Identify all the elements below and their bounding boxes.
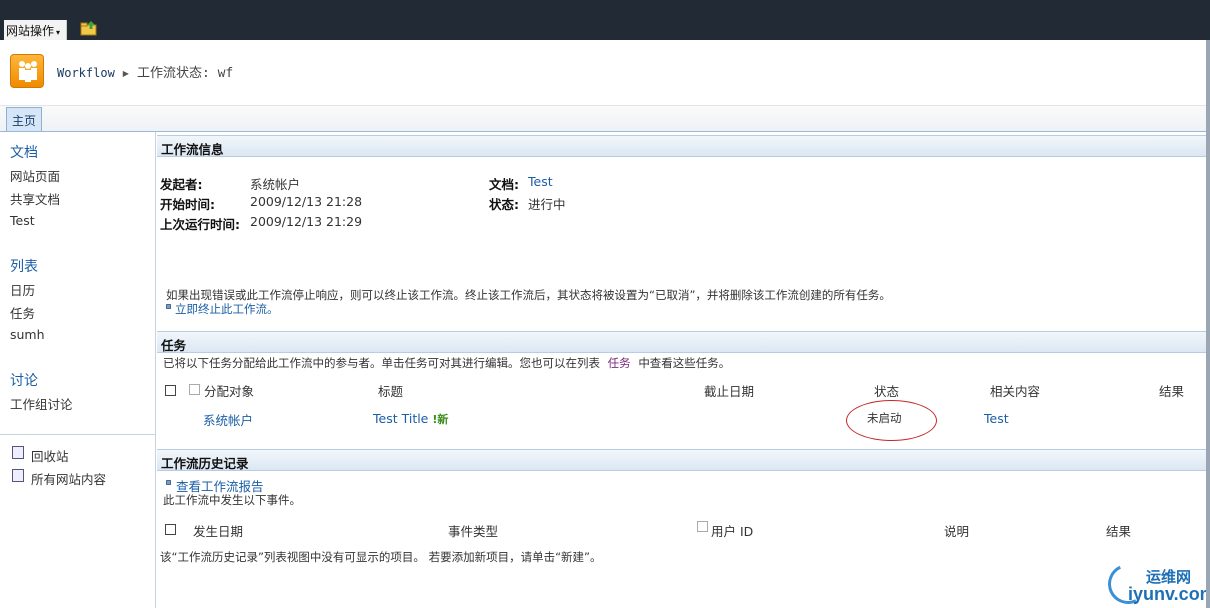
col-due-date[interactable]: 截止日期 bbox=[704, 381, 754, 400]
site-content-icon bbox=[12, 469, 24, 482]
window-edge bbox=[1206, 40, 1210, 608]
bullet-icon bbox=[166, 304, 171, 309]
breadcrumb-arrow-icon: ▶ bbox=[122, 69, 129, 78]
nav-item-all-content[interactable]: 所有网站内容 bbox=[31, 469, 106, 488]
site-logo[interactable] bbox=[10, 54, 44, 88]
people-icon bbox=[19, 61, 37, 82]
nav-item-site-pages[interactable]: 网站页面 bbox=[10, 166, 60, 185]
col-title[interactable]: 标题 bbox=[378, 381, 403, 400]
page-title: 工作流状态: wf bbox=[136, 66, 234, 81]
col-status[interactable]: 状态 bbox=[874, 381, 899, 400]
watermark-bottom-text: iyunv.com bbox=[1128, 584, 1210, 604]
folder-up-icon[interactable] bbox=[80, 20, 98, 36]
attach-column-icon bbox=[189, 384, 200, 395]
nav-item-tasks[interactable]: 任务 bbox=[10, 303, 35, 322]
nav-item-calendar[interactable]: 日历 bbox=[10, 280, 35, 299]
section-tasks: 任务 bbox=[157, 331, 1210, 353]
col-event-type[interactable]: 事件类型 bbox=[448, 521, 498, 540]
section-workflow-info: 工作流信息 bbox=[157, 135, 1210, 157]
col-result[interactable]: 结果 bbox=[1159, 381, 1184, 400]
chevron-down-icon: ▾ bbox=[56, 28, 61, 37]
initiator-value: 系统帐户 bbox=[250, 177, 301, 192]
status-label: 状态: bbox=[489, 197, 519, 212]
table-row: Test Title !新 bbox=[373, 411, 448, 427]
user-column-icon bbox=[697, 521, 708, 532]
nav-item-team-discussion[interactable]: 工作组讨论 bbox=[10, 394, 73, 413]
bullet-icon bbox=[166, 480, 171, 485]
initiator-label: 发起者: bbox=[160, 177, 203, 192]
col-date[interactable]: 发生日期 bbox=[193, 521, 243, 540]
last-run-label: 上次运行时间: bbox=[160, 217, 240, 232]
nav-item-sumh[interactable]: sumh bbox=[10, 327, 45, 342]
nav-head-lists[interactable]: 列表 bbox=[10, 256, 38, 276]
nav-item-test[interactable]: Test bbox=[10, 213, 35, 228]
nav-head-discussions[interactable]: 讨论 bbox=[10, 370, 38, 390]
nav-item-shared-docs[interactable]: 共享文档 bbox=[10, 189, 60, 208]
history-description: 此工作流中发生以下事件。 bbox=[163, 493, 301, 507]
start-time-label: 开始时间: bbox=[160, 197, 215, 212]
col-related[interactable]: 相关内容 bbox=[990, 381, 1040, 400]
history-select-all-checkbox[interactable] bbox=[165, 524, 176, 535]
task-assigned-link[interactable]: 系统帐户 bbox=[203, 410, 253, 429]
tasks-desc-text-2: 中查看这些任务。 bbox=[638, 356, 731, 370]
site-actions-label: 网站操作 bbox=[6, 24, 55, 38]
nav-head-docs[interactable]: 文档 bbox=[10, 142, 38, 162]
col-user-id[interactable]: 用户 ID bbox=[711, 521, 753, 540]
annotation-circle bbox=[846, 400, 937, 441]
nav-divider bbox=[0, 434, 156, 435]
task-related-link[interactable]: Test bbox=[984, 411, 1009, 426]
status-value: 进行中 bbox=[528, 197, 566, 212]
page-header: Workflow ▶ 工作流状态: wf bbox=[0, 40, 1210, 106]
last-run-value: 2009/12/13 21:29 bbox=[250, 214, 363, 229]
select-all-checkbox[interactable] bbox=[165, 385, 176, 396]
col-history-result[interactable]: 结果 bbox=[1106, 521, 1131, 540]
tasks-list-link[interactable]: 任务 bbox=[608, 356, 631, 370]
quick-launch: 文档 网站页面 共享文档 Test 列表 日历 任务 sumh 讨论 工作组讨论… bbox=[0, 132, 156, 608]
start-time-value: 2009/12/13 21:28 bbox=[250, 194, 363, 209]
history-empty-message: 该“工作流历史记录”列表视图中没有可显示的项目。 若要添加新项目，请单击“新建”… bbox=[160, 550, 602, 564]
recycle-bin-icon bbox=[12, 446, 24, 459]
nav-item-recycle-bin[interactable]: 回收站 bbox=[31, 446, 69, 465]
tab-home[interactable]: 主页 bbox=[6, 107, 42, 131]
col-description[interactable]: 说明 bbox=[944, 521, 969, 540]
task-title-link[interactable]: Test Title bbox=[373, 411, 428, 426]
breadcrumb: Workflow ▶ 工作流状态: wf bbox=[57, 62, 233, 81]
document-link[interactable]: Test bbox=[528, 174, 553, 189]
tasks-description: 已将以下任务分配给此工作流中的参与者。单击任务可对其进行编辑。您也可以在列表 任… bbox=[163, 355, 730, 371]
tasks-desc-text: 已将以下任务分配给此工作流中的参与者。单击任务可对其进行编辑。您也可以在列表 bbox=[163, 356, 600, 370]
breadcrumb-site-link[interactable]: Workflow bbox=[57, 66, 115, 80]
top-bar: 网站操作 ▾ bbox=[0, 0, 1210, 40]
section-history: 工作流历史记录 bbox=[157, 449, 1210, 471]
site-actions-menu[interactable]: 网站操作 ▾ bbox=[4, 20, 68, 40]
col-assigned[interactable]: 分配对象 bbox=[204, 381, 254, 400]
new-badge: !新 bbox=[432, 413, 449, 426]
top-nav: 主页 bbox=[0, 106, 1210, 132]
watermark-logo: 运维网 iyunv.com bbox=[1102, 558, 1210, 608]
document-label: 文档: bbox=[489, 177, 519, 192]
terminate-link[interactable]: 立即终止此工作流。 bbox=[175, 301, 279, 317]
